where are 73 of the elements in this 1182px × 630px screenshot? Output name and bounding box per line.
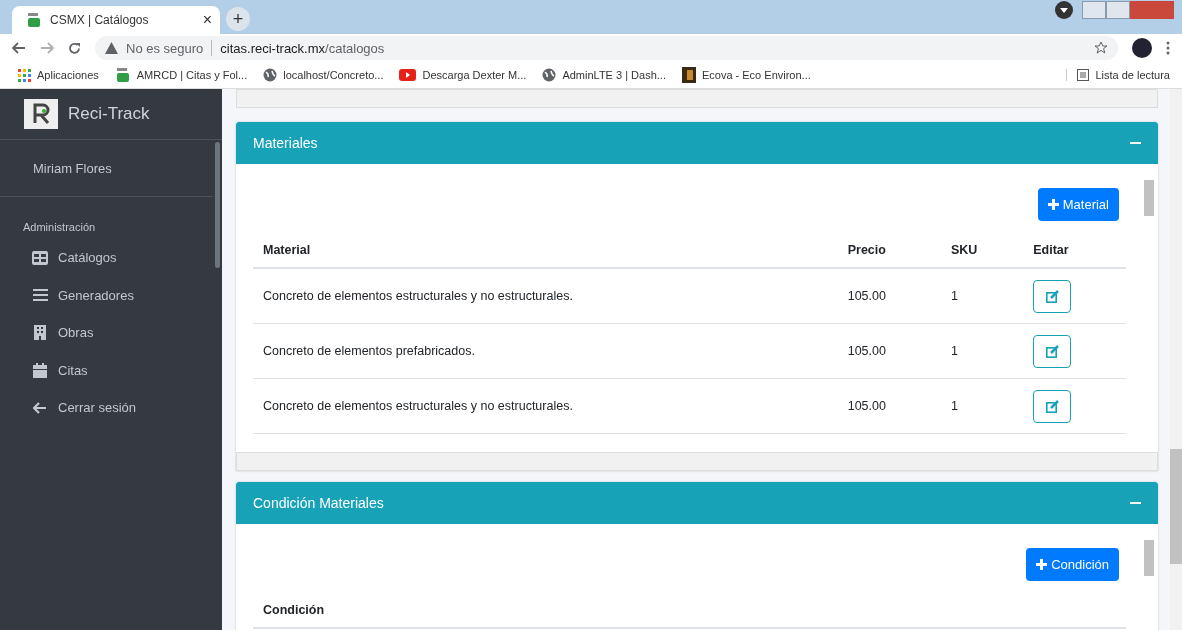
bookmark[interactable]: Aplicaciones <box>18 68 99 82</box>
column-header: SKU <box>950 243 978 257</box>
nav-item[interactable]: Cerrar sesión <box>0 389 222 427</box>
minimize-button[interactable] <box>1082 1 1106 19</box>
leaf-logo-icon <box>26 12 42 28</box>
bookmark[interactable]: AdminLTE 3 | Dash... <box>542 68 666 82</box>
maximize-button[interactable] <box>1106 1 1130 19</box>
card-title: Materiales <box>253 135 318 151</box>
tab-title: CSMX | Catálogos <box>50 13 150 27</box>
table-cell: 1 <box>950 289 958 303</box>
edit-button[interactable] <box>1033 389 1072 423</box>
edit-icon <box>1045 399 1059 413</box>
avatar-icon[interactable] <box>1132 38 1152 58</box>
address-bar[interactable]: No es seguro citas.reci-track.mx/catalogos <box>95 36 1118 60</box>
dropdown-icon[interactable] <box>1054 0 1074 20</box>
back-icon[interactable] <box>12 42 26 54</box>
edit-button[interactable] <box>1033 279 1072 313</box>
table-cell: Concreto de elementos prefabricados. <box>263 344 475 358</box>
column-header: Precio <box>847 243 886 257</box>
warning-icon <box>105 42 118 54</box>
calendar-icon <box>33 362 47 378</box>
nav-item[interactable]: Catálogos <box>0 239 222 277</box>
bookmark[interactable]: localhost/Concreto... <box>263 68 384 82</box>
edit-button[interactable] <box>1033 334 1072 368</box>
table-cell: 105.00 <box>847 399 886 413</box>
column-header: Condición <box>263 603 325 617</box>
bookmark[interactable]: Ecova - Eco Environ... <box>681 67 811 83</box>
table-cell: 1 <box>950 344 958 358</box>
image-thumbnail-icon <box>681 67 696 83</box>
new-tab-button[interactable]: + <box>226 7 250 31</box>
section-header: Administración <box>22 220 97 235</box>
plus-icon <box>1036 559 1048 570</box>
plus-icon <box>1047 199 1059 210</box>
url-text: citas.reci-track.mx/catalogos <box>220 40 385 56</box>
leaf-logo-icon <box>114 67 131 83</box>
table-cell: 105.00 <box>847 344 886 358</box>
menu-icon <box>32 289 48 302</box>
browser-tab[interactable]: CSMX | Catálogos × <box>12 6 220 34</box>
table-cell: 105.00 <box>847 289 886 303</box>
add-button[interactable]: Condición <box>1026 548 1119 581</box>
globe-icon <box>263 68 278 82</box>
table-cell: Concreto de elementos estructurales y no estructurales. <box>263 399 573 413</box>
table-cell: 1 <box>950 399 958 413</box>
reload-icon[interactable] <box>68 41 81 55</box>
reading-list-button[interactable]: Lista de lectura <box>1066 69 1170 81</box>
column-header: Material <box>263 243 311 257</box>
logo-icon <box>24 99 58 129</box>
bookmark[interactable]: Descarga Dexter M... <box>399 69 527 81</box>
play-icon <box>399 69 417 81</box>
scrollbar-thumb[interactable] <box>215 142 220 268</box>
security-label: No es seguro <box>126 40 204 56</box>
more-icon[interactable] <box>1166 41 1170 55</box>
add-button[interactable]: Material <box>1037 188 1119 221</box>
forward-icon[interactable] <box>40 42 54 54</box>
apps-grid-icon <box>18 68 31 82</box>
brand-name[interactable]: Reci-Track <box>68 104 150 124</box>
list-icon <box>1077 69 1090 81</box>
column-header: Editar <box>1033 243 1069 257</box>
nav-item[interactable]: Obras <box>0 314 222 352</box>
edit-icon <box>1045 344 1059 358</box>
table-cell: Concreto de elementos estructurales y no estructurales. <box>263 289 573 303</box>
nav-item[interactable]: Generadores <box>0 276 222 314</box>
building-icon <box>34 325 46 341</box>
close-tab-button[interactable]: × <box>202 11 212 29</box>
user-name[interactable]: Miriam Flores <box>33 160 112 176</box>
edit-icon <box>1045 289 1059 303</box>
table-icon <box>32 250 48 265</box>
star-icon[interactable] <box>1094 41 1108 55</box>
nav-item[interactable]: Citas <box>0 351 222 389</box>
card-title: Condición Materiales <box>253 495 384 511</box>
globe-icon <box>542 68 557 82</box>
arrow-left-icon <box>33 401 47 414</box>
bookmark[interactable]: AMRCD | Citas y Fol... <box>114 67 248 83</box>
